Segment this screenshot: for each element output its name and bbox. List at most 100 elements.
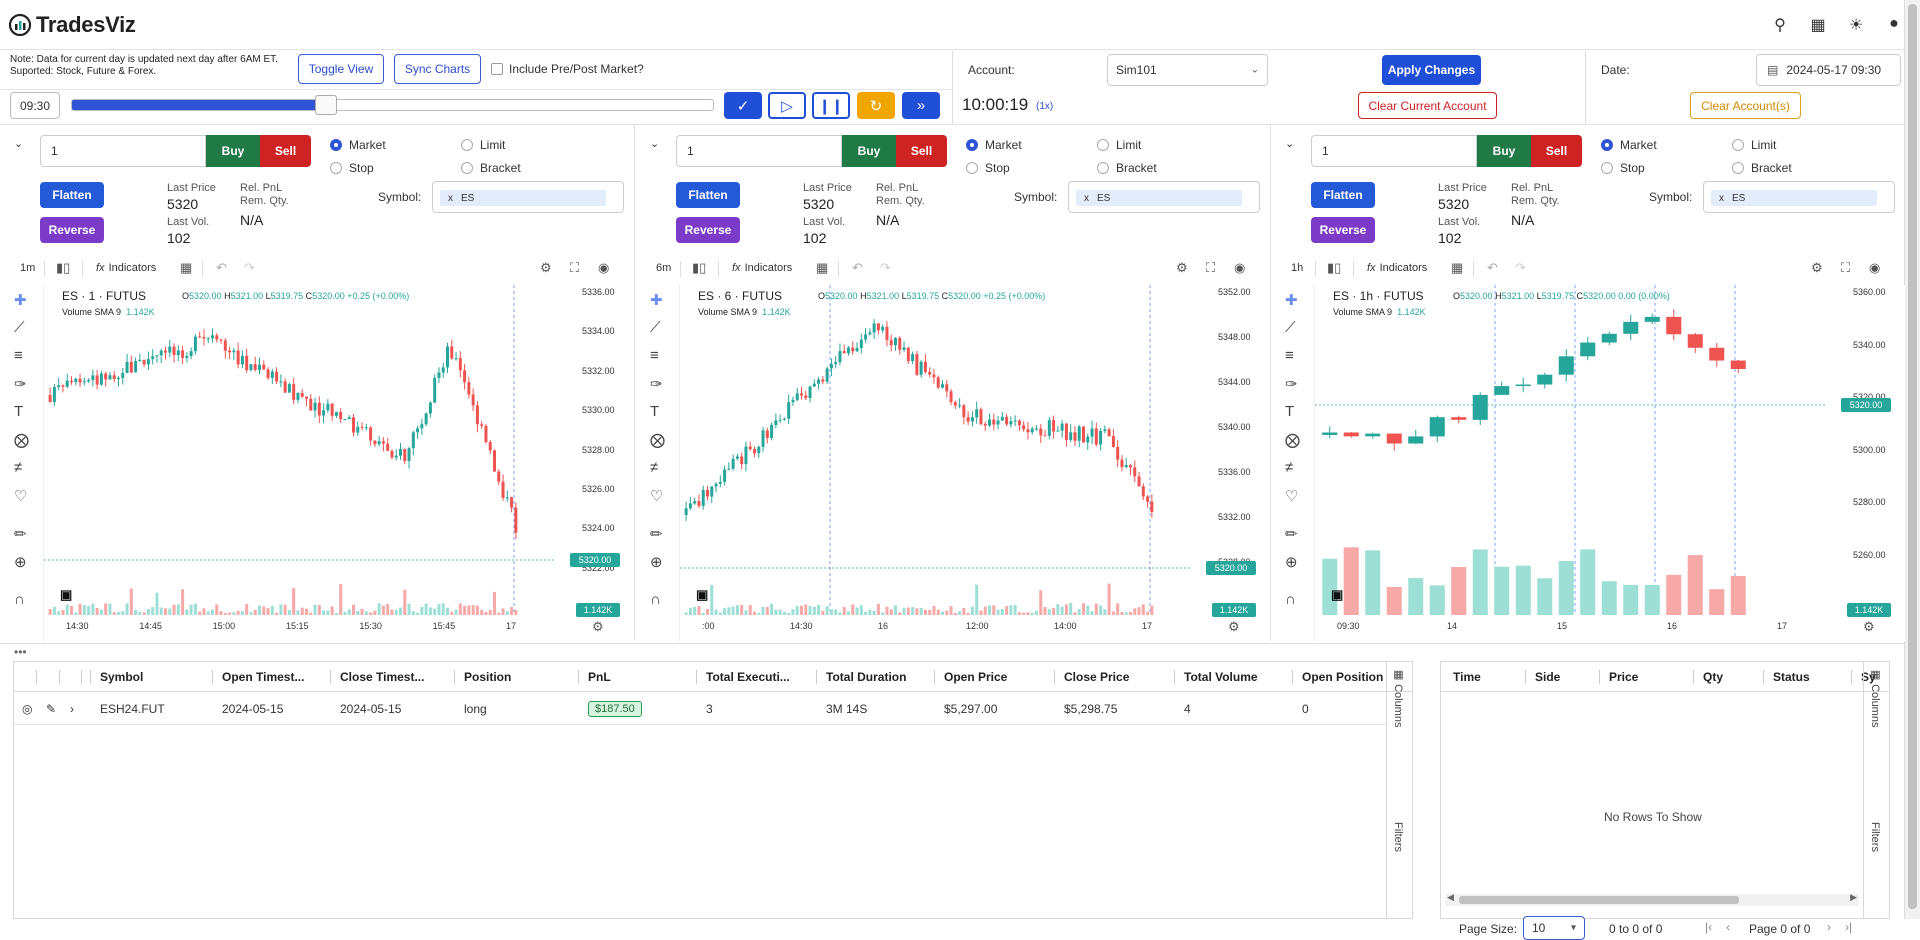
expand-chevron-icon[interactable]: › <box>70 692 74 725</box>
replay-time-input[interactable]: 09:30 <box>10 92 60 119</box>
date-picker[interactable]: ▤ 2024-05-17 09:30 <box>1756 54 1901 86</box>
layout-grid-icon[interactable]: ▦ <box>180 260 192 276</box>
text-tool-icon[interactable]: T <box>14 403 23 420</box>
column-header[interactable]: Time <box>1453 662 1481 692</box>
column-header[interactable]: Close Timest... <box>340 662 424 692</box>
sell-button[interactable]: Sell <box>896 135 947 167</box>
settings-gear-icon[interactable]: ⚙ <box>540 260 552 276</box>
fullscreen-icon[interactable]: ⛶ <box>570 260 579 276</box>
remove-x-icon[interactable]: x <box>448 193 453 204</box>
replay-slider-handle[interactable] <box>315 95 337 115</box>
candle-type-icon[interactable]: ▮▯ <box>1327 260 1341 276</box>
favorites-heart-icon[interactable]: ♡ <box>650 487 663 505</box>
reload-button[interactable]: ↻ <box>857 92 895 119</box>
buy-button[interactable]: Buy <box>842 135 896 167</box>
order-type-market[interactable]: Market <box>330 138 386 152</box>
remove-x-icon[interactable]: x <box>1719 193 1724 204</box>
zoom-in-icon[interactable]: ⊕ <box>14 553 27 571</box>
ruler-icon[interactable]: ✏ <box>1285 525 1298 543</box>
layout-grid-icon[interactable]: ▦ <box>1451 260 1463 276</box>
price-axis[interactable]: 5360.00 5340.00 5320.00 5300.00 5280.00 5260.… <box>1825 285 1905 641</box>
magnet-icon[interactable]: ∩ <box>14 591 25 608</box>
remove-x-icon[interactable]: x <box>1084 193 1089 204</box>
ruler-icon[interactable]: ✏ <box>650 525 663 543</box>
undo-icon[interactable]: ↶ <box>216 260 227 276</box>
trend-line-icon[interactable]: ⟋ <box>650 319 661 336</box>
column-header[interactable]: PnL <box>588 662 611 692</box>
quantity-input[interactable]: 1 <box>1311 135 1477 167</box>
theme-sun-icon[interactable]: ☀ <box>1846 15 1866 35</box>
flatten-button[interactable]: Flatten <box>676 182 740 208</box>
pattern-icon[interactable]: ⨂ <box>1285 431 1300 449</box>
fib-lines-icon[interactable]: ≡ <box>650 347 659 364</box>
flatten-button[interactable]: Flatten <box>40 182 104 208</box>
layout-grid-icon[interactable]: ▦ <box>816 260 828 276</box>
price-chart[interactable]: ✚ ⟋ ≡ ✑ T ⨂ ≠ ♡ ✏ ⊕ ∩ ES · 1h · FUTUS O5… <box>1271 285 1905 641</box>
buy-button[interactable]: Buy <box>206 135 260 167</box>
symbol-input[interactable]: x ES <box>1068 181 1260 213</box>
flatten-button[interactable]: Flatten <box>1311 182 1375 208</box>
edit-pencil-icon[interactable]: ✎ <box>46 692 56 725</box>
symbol-input[interactable]: x ES <box>432 181 624 213</box>
sync-charts-button[interactable]: Sync Charts <box>394 54 481 84</box>
measure-lines-icon[interactable]: ≠ <box>14 459 22 476</box>
candlestick-plot[interactable] <box>44 285 554 615</box>
redo-icon[interactable]: ↷ <box>880 260 891 276</box>
trend-line-icon[interactable]: ⟋ <box>1285 319 1296 336</box>
symbol-input[interactable]: x ES <box>1703 181 1895 213</box>
apps-grid-icon[interactable]: ▦ <box>1808 15 1828 35</box>
collapse-chevron-icon[interactable]: ⌄ <box>14 137 23 150</box>
crosshair-icon[interactable]: ✚ <box>1285 291 1298 309</box>
collapse-chevron-icon[interactable]: ⌄ <box>1285 137 1294 150</box>
order-type-bracket[interactable]: Bracket <box>1732 161 1792 175</box>
crosshair-icon[interactable]: ✚ <box>650 291 663 309</box>
filters-tab[interactable]: Filters <box>1392 822 1404 852</box>
filters-tab[interactable]: Filters <box>1869 822 1881 852</box>
column-header[interactable]: Open Timest... <box>222 662 304 692</box>
camera-icon[interactable]: ◉ <box>1869 260 1880 276</box>
order-type-bracket[interactable]: Bracket <box>461 161 521 175</box>
magnet-icon[interactable]: ∩ <box>1285 591 1296 608</box>
pattern-icon[interactable]: ⨂ <box>650 431 665 449</box>
camera-icon[interactable]: ◉ <box>598 260 609 276</box>
search-icon[interactable]: ⚲ <box>1770 15 1790 35</box>
redo-icon[interactable]: ↷ <box>244 260 255 276</box>
page-size-select[interactable]: 10 ▾ <box>1523 916 1585 940</box>
indicators-button[interactable]: fx Indicators <box>1367 262 1427 274</box>
replay-speed[interactable]: (1x) <box>1036 101 1053 112</box>
buy-button[interactable]: Buy <box>1477 135 1531 167</box>
table-row[interactable]: ◎ ✎ › ESH24.FUT 2024-05-15 2024-05-15 long $… <box>14 692 1386 725</box>
column-header[interactable]: Open Price <box>944 662 1007 692</box>
trend-line-icon[interactable]: ⟋ <box>14 319 25 336</box>
order-type-limit[interactable]: Limit <box>461 138 505 152</box>
user-avatar-icon[interactable]: ● <box>1884 15 1904 35</box>
column-header[interactable]: Qty <box>1703 662 1723 692</box>
brush-icon[interactable]: ✑ <box>1285 375 1298 393</box>
timeframe-button[interactable]: 1h <box>1291 262 1303 274</box>
undo-icon[interactable]: ↶ <box>852 260 863 276</box>
column-header[interactable]: Total Volume <box>1184 662 1258 692</box>
fib-lines-icon[interactable]: ≡ <box>1285 347 1294 364</box>
ruler-icon[interactable]: ✏ <box>14 525 27 543</box>
axis-settings-gear-icon[interactable]: ⚙ <box>1228 619 1240 635</box>
clear-accounts-button[interactable]: Clear Account(s) <box>1690 92 1801 119</box>
axis-settings-gear-icon[interactable]: ⚙ <box>1863 619 1875 635</box>
candlestick-plot[interactable] <box>680 285 1190 615</box>
order-type-market[interactable]: Market <box>966 138 1022 152</box>
order-type-limit[interactable]: Limit <box>1732 138 1776 152</box>
text-tool-icon[interactable]: T <box>1285 403 1294 420</box>
columns-tab[interactable]: ▦ Columns <box>1392 668 1405 727</box>
first-page-icon[interactable]: |‹ <box>1705 920 1712 934</box>
confirm-check-button[interactable]: ✓ <box>724 92 762 119</box>
toggle-view-button[interactable]: Toggle View <box>298 54 384 84</box>
axis-settings-gear-icon[interactable]: ⚙ <box>592 619 604 635</box>
candle-type-icon[interactable]: ▮▯ <box>56 260 70 276</box>
candle-type-icon[interactable]: ▮▯ <box>692 260 706 276</box>
magnet-icon[interactable]: ∩ <box>650 591 661 608</box>
measure-lines-icon[interactable]: ≠ <box>650 459 658 476</box>
fast-forward-button[interactable]: » <box>902 92 940 119</box>
redo-icon[interactable]: ↷ <box>1515 260 1526 276</box>
zoom-in-icon[interactable]: ⊕ <box>1285 553 1298 571</box>
order-type-stop[interactable]: Stop <box>1601 161 1645 175</box>
brush-icon[interactable]: ✑ <box>14 375 27 393</box>
